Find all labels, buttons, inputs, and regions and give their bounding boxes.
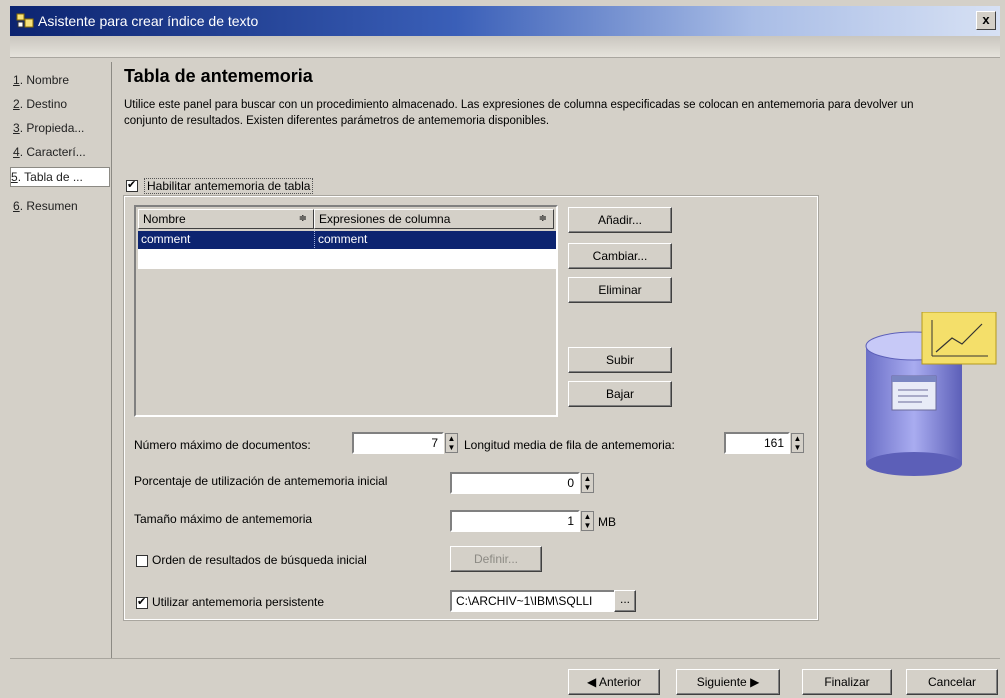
right-arrow-icon: ▶ (746, 675, 760, 689)
initial-pct-input[interactable]: 0 (450, 472, 580, 494)
move-down-button[interactable]: Bajar (568, 381, 672, 407)
page-description: Utilice este panel para buscar con un pr… (124, 99, 914, 127)
sidebar-item-propiedades[interactable]: 3. Propieda... (13, 118, 113, 138)
browse-button[interactable]: ... (614, 590, 636, 612)
max-size-label: Tamaño máximo de antememoria (134, 512, 313, 526)
page-title: Tabla de antememoria (124, 66, 313, 86)
max-size-spinner[interactable]: ▲ ▼ (581, 511, 594, 531)
table-row[interactable]: comment comment (138, 231, 556, 249)
cancel-button[interactable]: Cancelar (906, 669, 998, 695)
avg-row-length-spinner[interactable]: ▲ ▼ (791, 433, 804, 453)
wizard-icon (16, 13, 34, 28)
sort-icon: ≑ (298, 213, 307, 224)
max-docs-spinner[interactable]: ▲ ▼ (445, 433, 458, 453)
delete-button[interactable]: Eliminar (568, 277, 672, 303)
change-button[interactable]: Cambiar... (568, 243, 672, 269)
max-docs-label: Número máximo de documentos: (134, 438, 311, 452)
enable-cache-checkbox[interactable] (126, 178, 138, 192)
database-chart-illustration (865, 312, 997, 476)
wizard-steps-sidebar: 1. Nombre 2. Destino 3. Propieda... 4. C… (10, 62, 112, 658)
table-cell-nombre: comment (141, 232, 191, 246)
sidebar-item-destino[interactable]: 2. Destino (13, 94, 113, 114)
add-button[interactable]: Añadir... (568, 207, 672, 233)
initial-pct-spinner[interactable]: ▲ ▼ (581, 473, 594, 493)
next-button[interactable]: Siguiente ▶ (676, 669, 780, 695)
max-docs-input[interactable]: 7 (352, 432, 444, 454)
sort-icon: ≑ (538, 213, 547, 224)
define-button[interactable]: Definir... (450, 546, 542, 572)
table-cell-expresion: comment (314, 231, 367, 248)
initial-order-label[interactable]: Orden de resultados de búsqueda inicial (152, 553, 367, 567)
table-row-empty[interactable] (138, 249, 556, 269)
avg-row-length-label: Longitud media de fila de antememoria: (464, 438, 675, 452)
title-bar: Asistente para crear índice de texto x (10, 6, 1000, 36)
enable-cache-label[interactable]: Habilitar antememoria de tabla (144, 178, 314, 194)
avg-row-length-input[interactable]: 161 (724, 432, 790, 454)
persistent-cache-label[interactable]: Utilizar antememoria persistente (152, 595, 324, 609)
persistent-cache-checkbox[interactable] (136, 595, 148, 609)
footer-separator (10, 658, 1000, 659)
close-button[interactable]: x (976, 11, 996, 30)
sidebar-item-nombre[interactable]: 1. Nombre (13, 70, 113, 90)
column-header-expresiones[interactable]: Expresiones de columna ≑ (314, 209, 554, 229)
sidebar-item-tabla[interactable]: 5. Tabla de ... (10, 167, 110, 187)
back-button[interactable]: ◀ Anterior (568, 669, 660, 695)
column-header-nombre[interactable]: Nombre ≑ (138, 209, 314, 229)
initial-pct-label: Porcentaje de utilización de antememoria… (134, 474, 388, 488)
persistent-path-input[interactable]: C:\ARCHIV~1\IBM\SQLLI (450, 590, 616, 612)
sidebar-item-caracteristicas[interactable]: 4. Caracterí... (13, 142, 113, 162)
max-size-input[interactable]: 1 (450, 510, 580, 532)
cache-columns-table[interactable]: Nombre ≑ Expresiones de columna ≑ commen… (134, 205, 558, 417)
max-size-unit: MB (598, 515, 616, 529)
window-title: Asistente para crear índice de texto (38, 13, 259, 29)
move-up-button[interactable]: Subir (568, 347, 672, 373)
sidebar-item-resumen[interactable]: 6. Resumen (13, 196, 113, 216)
initial-order-checkbox[interactable] (136, 555, 148, 567)
left-arrow-icon: ◀ (587, 675, 599, 689)
finish-button[interactable]: Finalizar (802, 669, 892, 695)
header-band (10, 36, 1000, 58)
